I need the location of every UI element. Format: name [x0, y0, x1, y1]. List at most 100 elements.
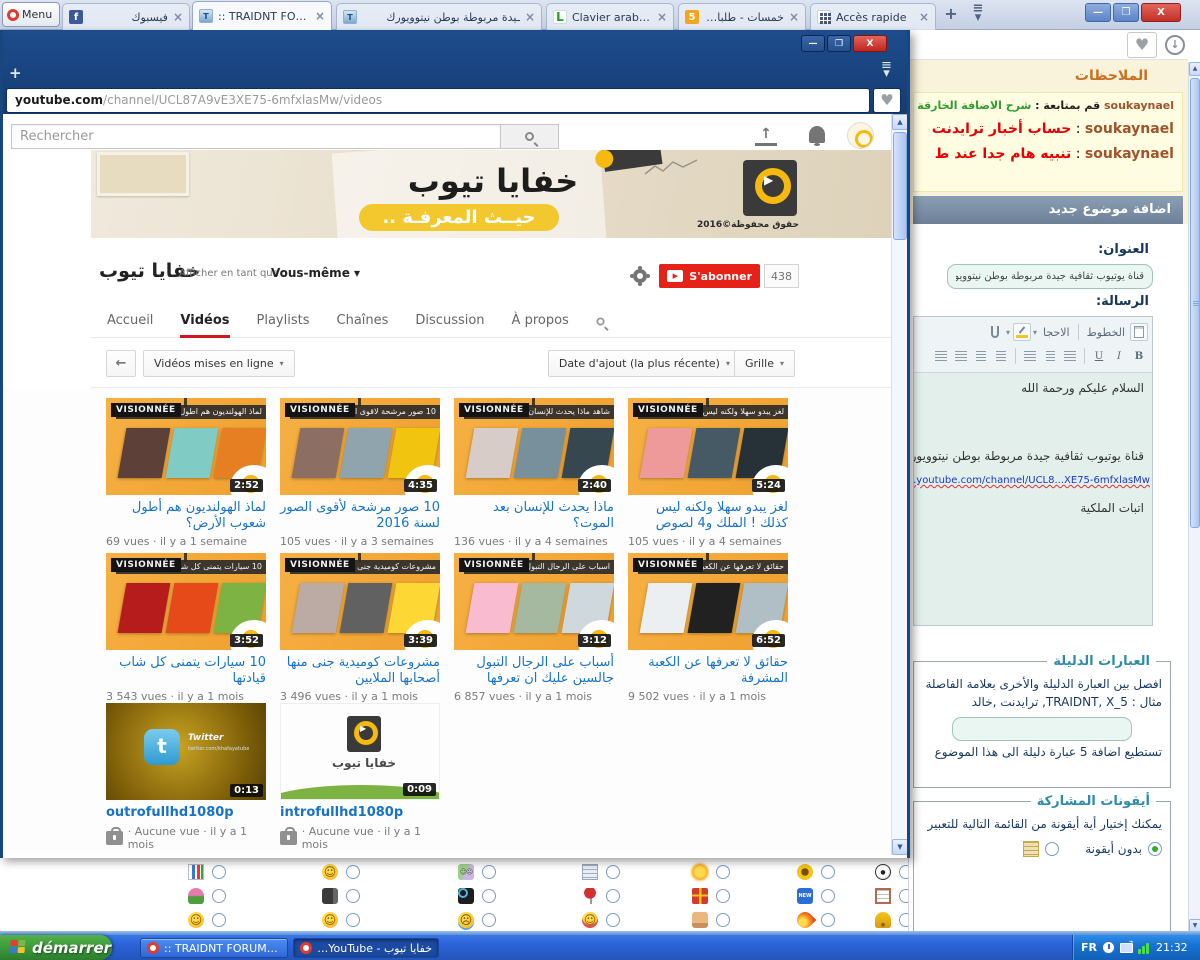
paste-icon[interactable]: [1130, 323, 1148, 341]
post-icon-radio[interactable]: [346, 913, 360, 927]
post-icon-radio[interactable]: [212, 865, 226, 879]
video-card[interactable]: 10 سيارات يتمنى كل شاب في VISIONNÉE 3:52…: [106, 553, 266, 703]
video-thumbnail[interactable]: اسباب على الرجال التبول جالسين عليك VISI…: [454, 553, 614, 650]
popup-close-button[interactable]: X: [853, 35, 887, 52]
note-line[interactable]: soukaynael : حساب أخبار ترايدنت: [922, 121, 1174, 137]
italic-button[interactable]: I: [1110, 347, 1128, 365]
language-indicator[interactable]: FR: [1081, 941, 1097, 954]
align-right-icon[interactable]: [1061, 347, 1079, 365]
indent-icon[interactable]: [952, 347, 970, 365]
view-as-dropdown[interactable]: Vous-même ▾: [271, 266, 360, 280]
tags-input[interactable]: [952, 717, 1132, 741]
address-bar[interactable]: youtube.com/channel/UCL87A9vE3XE75-6mfxl…: [6, 88, 870, 113]
sort-dropdown[interactable]: Date d'ajout (la plus récente)▾: [548, 350, 741, 377]
scrollbar-thumb[interactable]: [893, 132, 907, 240]
popup-minimize-button[interactable]: —: [801, 35, 825, 52]
video-title[interactable]: 10 سيارات يتمنى كل شاب قيادتها: [106, 655, 266, 687]
post-icon-radio[interactable]: [821, 913, 835, 927]
uploads-dropdown[interactable]: Vidéos mises en ligne▾: [143, 350, 295, 377]
post-icon-radio[interactable]: [482, 865, 496, 879]
video-thumbnail[interactable]: لماذ الهولنديون هم اطول شعوب ا VISIONNÉE…: [106, 398, 266, 495]
note-username[interactable]: soukaynael: [1085, 146, 1174, 162]
tray-signal-icon[interactable]: [1138, 942, 1149, 954]
start-button[interactable]: démarrer: [0, 935, 112, 960]
popup-new-tab-button[interactable]: +: [9, 64, 22, 82]
fonts-dropdown[interactable]: الخطوط: [1084, 323, 1128, 341]
tab-traidnt-forum[interactable]: T :: TRAIDNT FORUM :: - ×: [192, 1, 332, 30]
tab-close-icon[interactable]: ×: [525, 12, 535, 22]
scrollbar-thumb[interactable]: [1190, 78, 1200, 528]
window-maximize-button[interactable]: ❒: [1113, 3, 1139, 22]
popup-titlebar[interactable]: — ❒ X + ≡▾ youtube.com/channel/UCL87A9vE…: [3, 30, 907, 114]
new-tab-button[interactable]: +: [942, 5, 960, 23]
video-title[interactable]: 10 صور مرشحة لأقوى الصور لسنة 2016: [280, 500, 440, 532]
youtube-scrollbar[interactable]: ▲ ▼: [891, 114, 907, 855]
post-icon-radio[interactable]: [212, 889, 226, 903]
message-channel-link[interactable]: ww.youtube.com/channel/UCL8...XE75-6mfxl…: [914, 475, 1150, 486]
notifications-bell-icon[interactable]: [809, 126, 825, 143]
unordered-list-icon[interactable]: [972, 347, 990, 365]
tab-khamsat[interactable]: 5 خمسات - طلبات الخدمات ×: [678, 3, 806, 30]
search-button[interactable]: [501, 124, 559, 149]
popup-tab-list-button[interactable]: ≡▾: [881, 62, 892, 78]
post-icon-radio[interactable]: [821, 865, 835, 879]
video-card[interactable]: شاهد ماذا يحدث للإنسان بعد ا VISIONNÉE 2…: [454, 398, 614, 548]
no-icon-radio[interactable]: [1148, 842, 1162, 856]
browser-menu-button[interactable]: Menu: [2, 2, 60, 27]
video-card[interactable]: t Twitter twitter.com/khafayatube 0:13 o…: [106, 703, 266, 851]
video-card[interactable]: خفايا تيوب 0:09 introfullhd1080p · Aucun…: [280, 703, 440, 851]
post-icon-radio[interactable]: [606, 889, 620, 903]
video-thumbnail[interactable]: لغز يبدو سهلا ولكنه ليس كذلك ! الملك VIS…: [628, 398, 788, 495]
popup-maximize-button[interactable]: ❒: [827, 35, 851, 52]
ordered-list-icon[interactable]: [992, 347, 1010, 365]
download-icon[interactable]: ↓: [1165, 35, 1185, 55]
video-thumbnail[interactable]: 10 سيارات يتمنى كل شاب في VISIONNÉE 3:52: [106, 553, 266, 650]
video-title[interactable]: حقائق لا تعرفها عن الكعبة المشرفة: [628, 655, 788, 687]
upload-icon[interactable]: ↑: [755, 126, 777, 146]
window-close-button[interactable]: X: [1141, 3, 1181, 22]
tray-clock-icon[interactable]: [1102, 941, 1115, 954]
video-thumbnail[interactable]: t Twitter twitter.com/khafayatube 0:13: [106, 703, 266, 800]
forum-scrollbar[interactable]: ▲ ▼: [1188, 62, 1200, 935]
video-title[interactable]: أسباب على الرجال التبول جالسين عليك ان ت…: [454, 655, 614, 687]
attachment-icon[interactable]: [986, 323, 1004, 341]
message-textarea[interactable]: السلام عليكم ورحمة الله قناة يوتيوب ثقاف…: [914, 373, 1152, 625]
tray-network-icon[interactable]: [1120, 943, 1133, 953]
video-title[interactable]: لغز يبدو سهلا ولكنه ليس كذلك ! الملك و4 …: [628, 500, 788, 532]
scroll-down-icon[interactable]: ▼: [892, 839, 907, 855]
text-color-icon[interactable]: [1013, 323, 1031, 341]
note-username[interactable]: soukaynael: [1104, 99, 1174, 112]
post-icon-radio[interactable]: [716, 865, 730, 879]
video-thumbnail[interactable]: خفايا تيوب 0:09: [280, 703, 440, 800]
note-link[interactable]: تنبيه هام جدا عند ط: [935, 146, 1072, 162]
tab-facebook[interactable]: f فيسبوك ×: [62, 3, 190, 30]
note-username[interactable]: soukaynael: [1085, 121, 1174, 137]
view-mode-dropdown[interactable]: Grille▾: [734, 350, 795, 377]
scroll-up-icon[interactable]: ▲: [892, 114, 907, 130]
tab-close-icon[interactable]: ×: [657, 12, 667, 22]
post-icon-radio[interactable]: [212, 913, 226, 927]
post-icon-radio[interactable]: [482, 913, 496, 927]
video-card[interactable]: لماذ الهولنديون هم اطول شعوب ا VISIONNÉE…: [106, 398, 266, 548]
post-icon-radio[interactable]: [1045, 842, 1059, 856]
video-card[interactable]: 10 صور مرشحة لاقوى الصور لس VISIONNÉE 4:…: [280, 398, 440, 548]
video-thumbnail[interactable]: شاهد ماذا يحدث للإنسان بعد ا VISIONNÉE 2…: [454, 398, 614, 495]
channel-search-icon[interactable]: [596, 317, 604, 325]
video-thumbnail[interactable]: 10 صور مرشحة لاقوى الصور لس VISIONNÉE 4:…: [280, 398, 440, 495]
tab-chaines[interactable]: Chaînes: [337, 306, 389, 338]
window-minimize-button[interactable]: —: [1085, 3, 1111, 22]
post-icon-radio[interactable]: [606, 913, 620, 927]
post-icon-radio[interactable]: [899, 865, 908, 879]
taskbar-button-traidnt[interactable]: :: TRAIDNT FORUM :...: [140, 938, 288, 958]
tab-list-button[interactable]: ≡▾: [968, 4, 988, 24]
tab-a-propos[interactable]: À propos: [512, 306, 569, 338]
topic-title-input[interactable]: [947, 264, 1153, 289]
tab-accueil[interactable]: Accueil: [107, 306, 153, 338]
post-icon-radio[interactable]: [716, 913, 730, 927]
video-title[interactable]: introfullhd1080p: [280, 805, 440, 821]
align-center-icon[interactable]: [1041, 347, 1059, 365]
post-icon-radio[interactable]: [346, 889, 360, 903]
tab-youtube-channel[interactable]: T ـيدة مربوطة بوطن نيتوويورك ×: [336, 3, 542, 30]
tab-videos[interactable]: Vidéos: [180, 306, 229, 338]
taskbar-button-youtube[interactable]: خفايا تيوب - YouTube ...: [293, 938, 439, 958]
